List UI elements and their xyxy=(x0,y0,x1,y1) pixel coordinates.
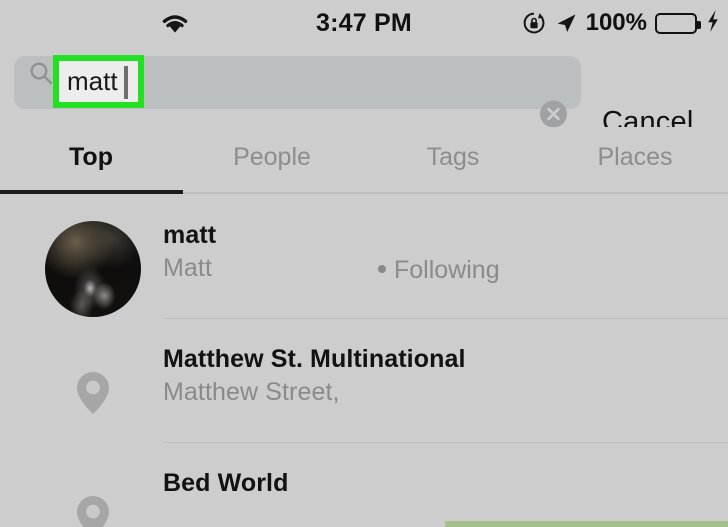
avatar-image xyxy=(45,221,141,317)
avatar xyxy=(45,221,141,317)
search-icon xyxy=(29,61,53,85)
clear-search-button[interactable] xyxy=(540,100,567,128)
result-subtitle: Matthew Street, xyxy=(163,378,340,406)
result-text-block: matt Matt Following xyxy=(163,219,728,285)
tab-bar-divider xyxy=(183,192,728,194)
search-scope-tab-bar: Top People Tags Places xyxy=(0,127,728,195)
location-arrow-icon xyxy=(554,11,578,35)
battery-icon xyxy=(655,12,701,34)
tab-places[interactable]: Places xyxy=(544,143,726,172)
separator-dot-icon xyxy=(378,265,386,274)
active-tab-indicator xyxy=(0,190,183,194)
bottom-highlight-strip xyxy=(445,521,728,527)
result-title: Bed World xyxy=(163,469,289,497)
text-cursor xyxy=(124,66,128,99)
list-item[interactable]: Bed World xyxy=(0,443,728,527)
battery-percent-label: 100% xyxy=(585,9,647,36)
result-text-block: Bed World xyxy=(163,467,728,499)
rotation-lock-icon xyxy=(522,11,546,35)
search-input-value: matt xyxy=(67,66,118,96)
phone-screen: 3:47 PM 100% matt Cancel Top People Tags… xyxy=(0,0,728,527)
search-results-list[interactable]: matt Matt Following Matthew St. Multinat… xyxy=(0,195,728,527)
location-pin-icon xyxy=(45,469,141,527)
result-text-block: Matthew St. Multinational Matthew Street… xyxy=(163,343,728,409)
tab-tags[interactable]: Tags xyxy=(362,143,544,172)
tab-top[interactable]: Top xyxy=(0,143,182,172)
search-bar-row: matt Cancel xyxy=(0,46,728,138)
result-title: matt xyxy=(163,221,217,249)
list-item[interactable]: Matthew St. Multinational Matthew Street… xyxy=(0,319,728,443)
tab-people[interactable]: People xyxy=(181,143,363,172)
list-item[interactable]: matt Matt Following xyxy=(0,195,728,319)
result-title: Matthew St. Multinational xyxy=(163,345,466,373)
status-bar: 3:47 PM 100% xyxy=(0,0,728,46)
search-input-highlight-box[interactable]: matt xyxy=(53,55,144,108)
lightning-bolt-icon xyxy=(706,9,720,37)
following-status: Following xyxy=(378,253,500,287)
status-right-group: 100% xyxy=(522,8,720,38)
location-pin-icon xyxy=(45,345,141,441)
following-label: Following xyxy=(394,256,500,284)
